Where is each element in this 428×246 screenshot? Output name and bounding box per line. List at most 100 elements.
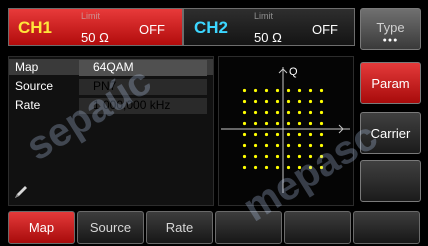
constellation-point [264,88,269,93]
channel-2-output-state: OFF [312,22,338,37]
empty-softkey-bottom-6[interactable] [353,211,420,244]
type-softkey[interactable]: Type ●●● [360,8,421,50]
constellation-point [242,88,247,93]
map-softkey[interactable]: Map [8,211,75,244]
constellation-point [297,88,302,93]
constellation-point [297,121,302,126]
channel-1-limit-label: Limit [81,11,101,21]
param-value-map[interactable]: 64QAM [79,60,207,76]
constellation-point [319,143,324,148]
constellation-point [319,154,324,159]
constellation-point [264,165,269,170]
constellation-point [319,99,324,104]
constellation-point [308,121,313,126]
constellation-point [242,121,247,126]
constellation-point [275,99,280,104]
constellation-point [308,154,313,159]
constellation-point [275,143,280,148]
param-label-map: Map [15,60,39,74]
constellation-point [297,143,302,148]
constellation-point [275,88,280,93]
constellation-point [253,154,258,159]
channel-1-load: 50 Ω [81,30,109,45]
channel-2-limit-label: Limit [254,11,274,21]
pen-icon [15,186,27,198]
constellation-point [297,110,302,115]
map-softkey-label: Map [28,220,55,235]
param-value-rate[interactable]: 1 000,000 kHz [79,98,207,114]
constellation-point [319,132,324,137]
constellation-point [264,110,269,115]
constellation-point [242,110,247,115]
constellation-point [297,165,302,170]
constellation-point [253,88,258,93]
constellation-point [253,99,258,104]
constellation-point [253,165,258,170]
source-softkey-label: Source [89,220,132,235]
parameter-panel: Map 64QAM Source PN7 Rate 1 000,000 kHz [8,56,214,206]
channel-1-tab[interactable]: CH1 Limit 50 Ω OFF [8,8,183,46]
constellation-point [264,143,269,148]
constellation-point [286,121,291,126]
constellation-point [297,99,302,104]
constellation-point [275,154,280,159]
constellation-point [286,110,291,115]
param-row-source[interactable]: Source PN7 [9,78,213,95]
constellation-point [308,110,313,115]
carrier-softkey-label: Carrier [370,125,411,141]
type-softkey-label: Type [376,20,405,35]
constellation-point [242,154,247,159]
type-page-indicator: ●●● [382,37,399,44]
constellation-point [264,99,269,104]
param-value-source[interactable]: PN7 [79,79,207,95]
constellation-point [319,165,324,170]
constellation-point [264,132,269,137]
empty-softkey-bottom-4[interactable] [215,211,282,244]
constellation-point [308,88,313,93]
empty-softkey-bottom-5[interactable] [284,211,351,244]
q-axis-label: Q [289,66,298,78]
constellation-point [264,121,269,126]
constellation-point [319,110,324,115]
constellation-point [253,132,258,137]
constellation-point [275,132,280,137]
constellation-point [242,165,247,170]
constellation-point [286,165,291,170]
constellation-point [253,143,258,148]
constellation-point [242,143,247,148]
constellation-point [308,99,313,104]
param-row-rate[interactable]: Rate 1 000,000 kHz [9,97,213,114]
constellation-point [297,154,302,159]
constellation-point [286,154,291,159]
param-softkey[interactable]: Param [360,62,421,104]
empty-softkey-right[interactable] [360,160,421,202]
constellation-plot: Q [221,66,350,193]
source-softkey[interactable]: Source [77,211,144,244]
param-softkey-label: Param [371,75,410,91]
constellation-point [286,132,291,137]
constellation-point [253,110,258,115]
constellation-point [297,132,302,137]
constellation-point [319,88,324,93]
channel-2-tab[interactable]: CH2 Limit 50 Ω OFF [183,8,355,46]
channel-1-name: CH1 [18,18,53,37]
param-row-map[interactable]: Map 64QAM [9,59,213,76]
carrier-softkey[interactable]: Carrier [360,112,421,154]
constellation-point [286,88,291,93]
constellation-point [308,165,313,170]
constellation-point [275,110,280,115]
constellation-point [286,143,291,148]
constellation-point [275,165,280,170]
param-label-rate: Rate [15,98,41,112]
rate-softkey[interactable]: Rate [146,211,213,244]
channel-2-name: CH2 [194,18,229,37]
constellation-point [308,143,313,148]
rate-softkey-label: Rate [165,220,194,235]
param-label-source: Source [15,79,54,93]
channel-1-output-state: OFF [139,22,165,37]
constellation-point [253,121,258,126]
constellation-point [264,154,269,159]
constellation-point [242,99,247,104]
constellation-point [242,132,247,137]
channel-2-load: 50 Ω [254,30,282,45]
